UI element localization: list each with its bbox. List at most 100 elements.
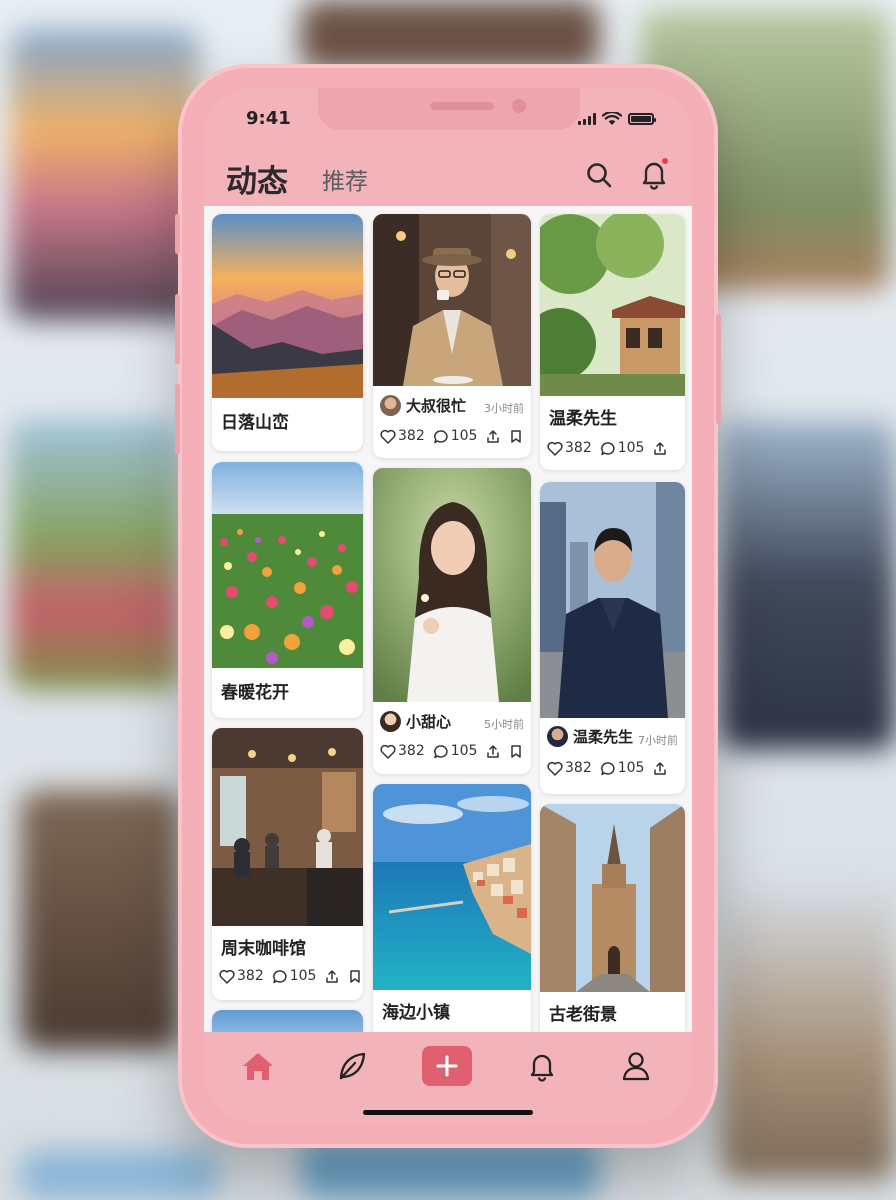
post-title: 海边小镇 (382, 1003, 450, 1023)
power-button (716, 314, 721, 424)
wifi-icon (602, 112, 622, 125)
like-count: 382 (398, 743, 425, 759)
bookmark-icon[interactable] (509, 429, 523, 444)
notch (318, 88, 580, 130)
share-icon[interactable] (485, 429, 501, 444)
mute-switch (175, 214, 180, 254)
phone-frame: 9:41 动态 推荐 日落山峦 春暖花开 周末咖啡馆 382 105 大叔很忙 … (175, 64, 721, 1148)
tab-discover[interactable] (334, 1048, 370, 1084)
post-stats: 382 105 (547, 440, 668, 456)
post-button[interactable] (422, 1046, 472, 1086)
avatar[interactable] (380, 395, 401, 416)
battery-icon (628, 113, 656, 125)
comment-count: 105 (450, 428, 478, 444)
like-icon[interactable] (219, 969, 235, 984)
author-name[interactable]: 大叔很忙 (406, 395, 466, 416)
volume-down-button (175, 384, 180, 454)
post-image-businessman-portrait[interactable] (540, 482, 685, 718)
post-stats: 382 105 (547, 760, 668, 776)
post-image-seaside-town[interactable] (373, 784, 531, 990)
front-camera (512, 99, 526, 113)
signal-icon (578, 113, 596, 125)
avatar[interactable] (380, 711, 401, 732)
home-indicator[interactable] (363, 1110, 533, 1115)
post-title: 周末咖啡馆 (221, 939, 306, 959)
comment-icon[interactable] (600, 441, 616, 456)
like-icon[interactable] (380, 429, 396, 444)
post-image-garden-pavilion[interactable] (540, 214, 685, 396)
post-image-sunset-mountains[interactable] (212, 214, 363, 398)
like-icon[interactable] (547, 441, 563, 456)
post-card[interactable] (212, 1010, 363, 1032)
status-time: 9:41 (246, 108, 291, 129)
search-icon[interactable] (584, 160, 614, 190)
comment-count: 105 (617, 760, 645, 776)
post-author[interactable]: 小甜心 (380, 711, 451, 732)
comment-icon[interactable] (600, 761, 616, 776)
like-count: 382 (398, 428, 425, 444)
post-card[interactable]: 小甜心 5小时前 382 105 (373, 468, 531, 774)
bottom-tab-bar (204, 1032, 692, 1122)
share-icon[interactable] (652, 441, 668, 456)
tab-feed[interactable]: 动态 (226, 156, 288, 201)
post-stats: 382 105 (219, 968, 362, 984)
post-title: 春暖花开 (221, 683, 289, 703)
like-count: 382 (237, 968, 264, 984)
add-icon (436, 1055, 458, 1077)
volume-up-button (175, 294, 180, 364)
tab-notifications[interactable] (524, 1048, 560, 1084)
home-icon[interactable] (241, 1050, 275, 1082)
profile-icon[interactable] (620, 1050, 652, 1082)
post-time: 5小时前 (484, 718, 524, 731)
phone-screen: 9:41 动态 推荐 日落山峦 春暖花开 周末咖啡馆 382 105 大叔很忙 … (204, 88, 692, 1122)
post-title: 古老街景 (549, 1005, 617, 1025)
feed-grid[interactable]: 日落山峦 春暖花开 周末咖啡馆 382 105 大叔很忙 3小时前 382 10… (204, 206, 692, 1032)
notification-dot (660, 156, 670, 166)
post-time: 7小时前 (638, 734, 678, 747)
post-image-woman-portrait[interactable] (373, 468, 531, 702)
comment-icon[interactable] (433, 744, 449, 759)
bookmark-icon[interactable] (348, 969, 362, 984)
post-card[interactable]: 海边小镇 (373, 784, 531, 1032)
share-icon[interactable] (324, 969, 340, 984)
leaf-icon[interactable] (336, 1050, 368, 1082)
bell-icon[interactable] (526, 1050, 558, 1082)
post-image-flower-field[interactable] (212, 462, 363, 668)
post-card[interactable]: 周末咖啡馆 382 105 (212, 728, 363, 1000)
post-card[interactable]: 温柔先生 382 105 (540, 214, 685, 470)
tab-home[interactable] (240, 1048, 276, 1084)
comment-icon[interactable] (433, 429, 449, 444)
tab-profile[interactable] (618, 1048, 654, 1084)
share-icon[interactable] (485, 744, 501, 759)
share-icon[interactable] (652, 761, 668, 776)
like-icon[interactable] (380, 744, 396, 759)
post-card[interactable]: 春暖花开 (212, 462, 363, 718)
like-count: 382 (565, 440, 592, 456)
status-icons (578, 112, 656, 126)
post-image-man-with-coffee[interactable] (373, 214, 531, 386)
author-name[interactable]: 温柔先生 (573, 726, 633, 747)
speaker-grille (430, 102, 494, 110)
post-author[interactable]: 大叔很忙 (380, 395, 466, 416)
post-author[interactable]: 温柔先生 (547, 726, 633, 747)
comment-count: 105 (617, 440, 645, 456)
post-card[interactable]: 大叔很忙 3小时前 382 105 (373, 214, 531, 458)
post-image[interactable] (212, 1010, 363, 1032)
comment-icon[interactable] (272, 969, 288, 984)
post-card[interactable]: 古老街景 (540, 804, 685, 1032)
post-stats: 382 105 (380, 428, 523, 444)
author-name[interactable]: 小甜心 (406, 711, 451, 732)
post-card[interactable]: 温柔先生 7小时前 382 105 (540, 482, 685, 794)
comment-count: 105 (450, 743, 478, 759)
tab-recommend[interactable]: 推荐 (322, 162, 368, 196)
like-icon[interactable] (547, 761, 563, 776)
bookmark-icon[interactable] (509, 744, 523, 759)
post-stats: 382 105 (380, 743, 523, 759)
post-title: 温柔先生 (549, 409, 617, 429)
avatar[interactable] (547, 726, 568, 747)
comment-count: 105 (289, 968, 317, 984)
post-card[interactable]: 日落山峦 (212, 214, 363, 451)
post-time: 3小时前 (484, 402, 524, 415)
post-image-cafe-interior[interactable] (212, 728, 363, 926)
post-image-old-street-church[interactable] (540, 804, 685, 992)
